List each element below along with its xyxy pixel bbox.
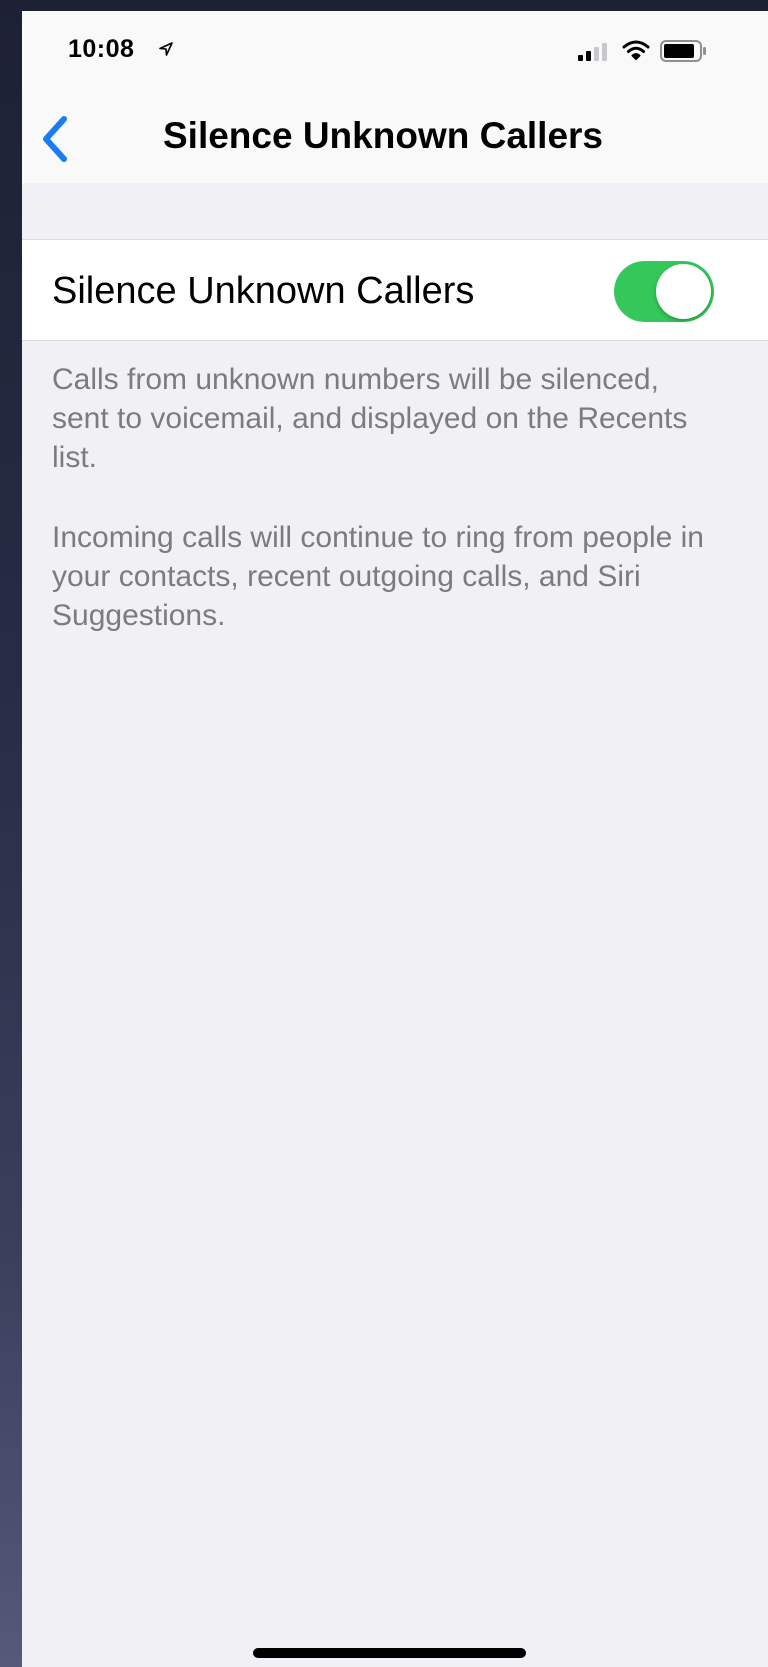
navigation-header: 10:08 Silence Unknown Callers <box>22 11 768 183</box>
home-indicator[interactable] <box>253 1648 526 1658</box>
toggle-label: Silence Unknown Callers <box>52 270 475 312</box>
cellular-signal-icon <box>578 43 607 61</box>
toggle-knob <box>656 264 711 319</box>
footer-description-2: Incoming calls will continue to ring fro… <box>52 521 704 632</box>
footer-description-1: Calls from unknown numbers will be silen… <box>52 363 688 474</box>
wifi-icon <box>622 40 650 60</box>
phone-screen: 10:08 Silence Unknown Callers Silence Un… <box>22 11 768 1667</box>
page-title: Silence Unknown Callers <box>162 115 604 156</box>
location-arrow-icon <box>159 42 173 56</box>
silence-unknown-callers-row[interactable]: Silence Unknown Callers <box>22 239 768 341</box>
status-time: 10:08 <box>68 35 135 63</box>
silence-unknown-callers-toggle[interactable] <box>614 261 714 322</box>
battery-icon <box>660 40 706 62</box>
